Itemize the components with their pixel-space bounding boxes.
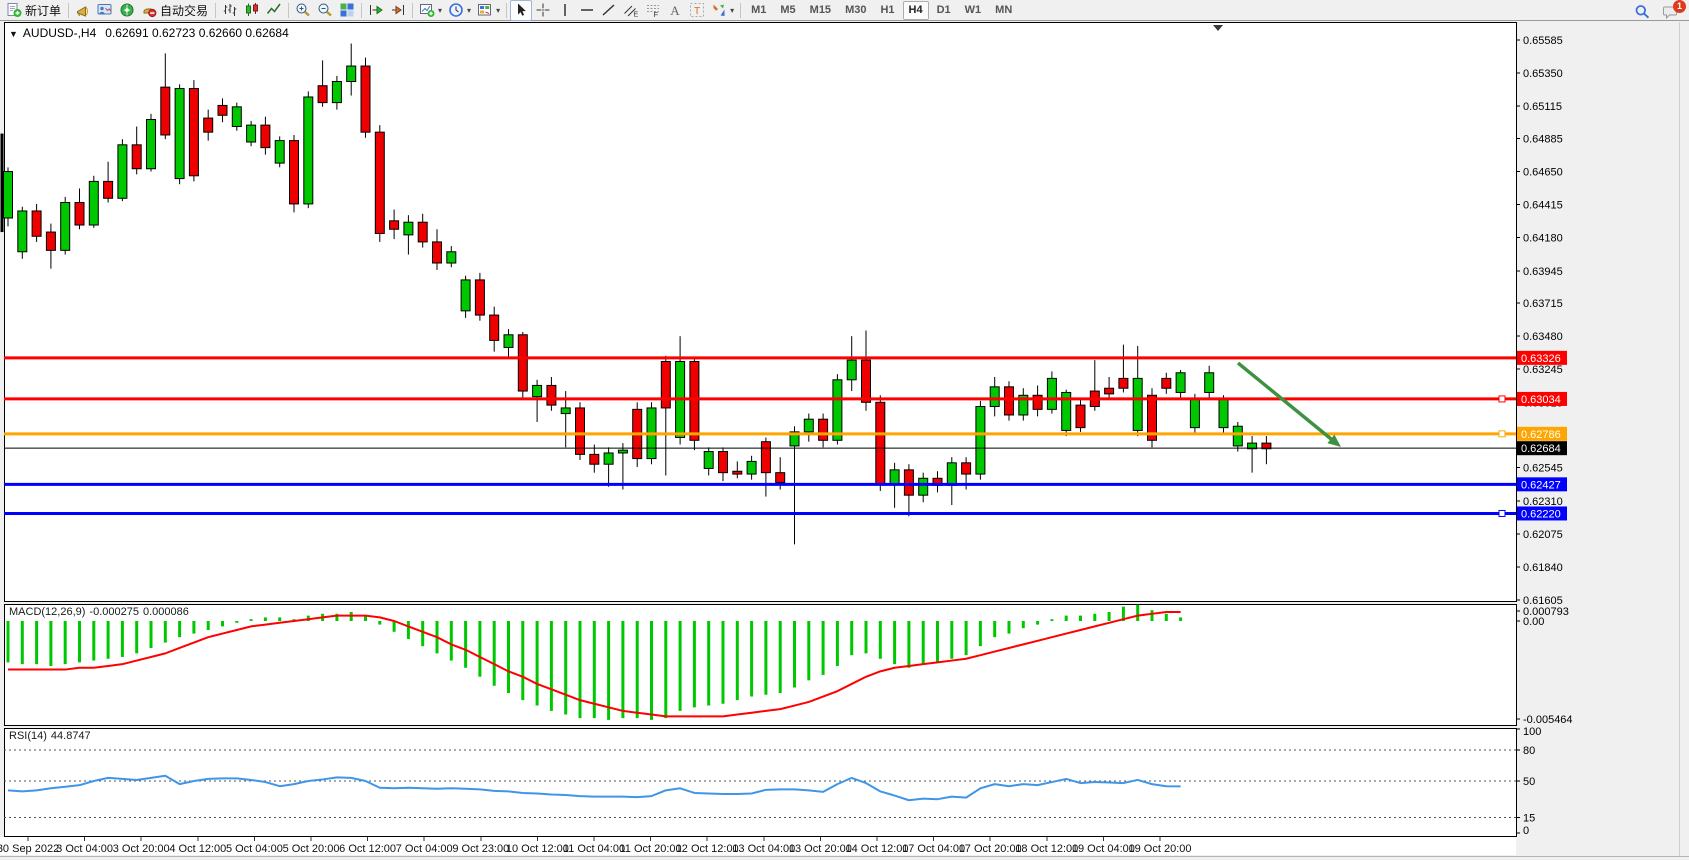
candle: [304, 91, 313, 208]
svg-text:0.62684: 0.62684: [1521, 443, 1561, 455]
price-axis: 0.65585 0.65350 0.65115 0.64885 0.64650 0.644…: [1516, 35, 1563, 607]
date-label: 13 Oct 04:00: [732, 843, 795, 855]
price-tick-label: 0.62310: [1523, 496, 1563, 508]
chart-symbol-period: AUDUSD-,H4: [23, 26, 96, 40]
price-tick-label: 0.65350: [1523, 68, 1563, 80]
chart-ohlc-values: 0.62691 0.62723 0.62660 0.62684: [105, 26, 289, 40]
rsi-tick-label: 0: [1523, 825, 1529, 837]
hline-price-label: 0.63034: [1517, 392, 1567, 406]
price-tick-label: 0.63945: [1523, 266, 1563, 278]
price-tick-label: 0.65115: [1523, 101, 1562, 113]
date-label: 9 Oct 23:00: [452, 843, 509, 855]
rsi-tick-label: 50: [1523, 776, 1535, 788]
hline-handle[interactable]: [1499, 396, 1505, 402]
svg-text:0.63326: 0.63326: [1521, 353, 1561, 365]
rsi-name: RSI(14): [9, 730, 47, 742]
rsi-panel-area[interactable]: [5, 729, 1517, 837]
date-label: 7 Oct 04:00: [396, 843, 453, 855]
date-label: 3 Oct 04:00: [56, 843, 113, 855]
price-tick-label: 0.63480: [1523, 331, 1563, 343]
price-tick-label: 0.61840: [1523, 562, 1563, 574]
hline-handle[interactable]: [1499, 510, 1505, 516]
date-label: 19 Oct 20:00: [1129, 843, 1192, 855]
candle: [247, 121, 256, 146]
terminal-window: 新订单自动交易▾▾▾EFAT▾M1M5M15M30H1H4D1W1MN1 0.6…: [0, 0, 1689, 860]
macd-main-value: -0.000275: [89, 606, 139, 618]
macd-signal-value: 0.000086: [143, 606, 189, 618]
price-tick-label: 0.65585: [1523, 35, 1563, 47]
candle: [275, 136, 284, 167]
date-label: 30 Sep 2022: [0, 843, 59, 855]
candle: [576, 402, 585, 460]
rsi-value: 44.8747: [51, 730, 91, 742]
chart-canvas[interactable]: 0.65585 0.65350 0.65115 0.64885 0.64650 0.644…: [0, 0, 1689, 860]
candle: [1005, 381, 1014, 420]
price-tick-label: 0.64650: [1523, 167, 1563, 179]
hline-price-label: 0.62220: [1517, 506, 1567, 520]
rsi-tick-label: 80: [1523, 745, 1535, 757]
date-label: 11 Oct 20:00: [620, 843, 682, 855]
macd-tick-label: 0.00: [1523, 616, 1544, 628]
date-label: 4 Oct 12:00: [169, 843, 226, 855]
price-tick-label: 0.64180: [1523, 233, 1563, 245]
svg-text:0.63034: 0.63034: [1521, 394, 1561, 406]
candle: [475, 273, 484, 321]
price-tick-label: 0.62075: [1523, 529, 1563, 541]
date-label: 17 Oct 20:00: [959, 843, 1022, 855]
candle: [118, 139, 127, 201]
date-label: 5 Oct 04:00: [226, 843, 283, 855]
candle: [175, 84, 184, 184]
date-label: 18 Oct 12:00: [1015, 843, 1078, 855]
candle: [1219, 395, 1228, 433]
candle: [876, 395, 885, 491]
candle: [147, 114, 156, 172]
macd-name: MACD(12,26,9): [9, 606, 85, 618]
date-label: 11 Oct 04:00: [563, 843, 625, 855]
candle: [361, 58, 370, 138]
chart-title: ▼ AUDUSD-,H4 0.62691 0.62723 0.62660 0.626…: [9, 26, 289, 40]
candle: [518, 332, 527, 400]
macd-label: MACD(12,26,9) -0.000275 0.000086: [9, 606, 193, 618]
candle: [18, 207, 27, 259]
hline-price-label: 0.62427: [1517, 477, 1567, 491]
date-label: 10 Oct 12:00: [506, 843, 569, 855]
price-tick-label: 0.62545: [1523, 463, 1563, 475]
chart-menu-icon[interactable]: ▼: [9, 29, 18, 39]
candle: [4, 167, 13, 226]
date-label: 5 Oct 20:00: [283, 843, 340, 855]
svg-text:0.62427: 0.62427: [1521, 479, 1561, 491]
date-label: 17 Oct 04:00: [902, 843, 965, 855]
price-tick-label: 0.63715: [1523, 298, 1563, 310]
candle: [89, 176, 98, 228]
rsi-label: RSI(14) 44.8747: [9, 730, 95, 742]
candle: [976, 401, 985, 480]
candle: [61, 197, 70, 255]
candle: [375, 125, 384, 242]
candle: [1062, 390, 1071, 436]
price-tick-label: 0.63245: [1523, 364, 1563, 376]
macd-panel-area[interactable]: [5, 605, 1517, 726]
price-tick-label: 0.64415: [1523, 200, 1563, 212]
hline-handle[interactable]: [1499, 431, 1505, 437]
date-label: 3 Oct 20:00: [113, 843, 170, 855]
rsi-tick-label: 100: [1523, 726, 1541, 738]
date-label: 14 Oct 12:00: [846, 843, 909, 855]
hline-price-label: 0.62684: [1517, 441, 1567, 455]
price-tick-label: 0.64885: [1523, 133, 1563, 145]
svg-text:0.62786: 0.62786: [1521, 429, 1561, 441]
rsi-tick-label: 15: [1523, 812, 1535, 824]
hline-price-label: 0.62786: [1517, 427, 1567, 441]
candle: [690, 357, 699, 450]
date-label: 19 Oct 04:00: [1072, 843, 1135, 855]
candle: [290, 135, 299, 212]
candle: [232, 103, 241, 131]
date-label: 12 Oct 12:00: [676, 843, 739, 855]
date-label: 13 Oct 20:00: [789, 843, 852, 855]
date-label: 6 Oct 12:00: [339, 843, 396, 855]
macd-tick-label: -0.005464: [1523, 714, 1573, 726]
candle: [189, 80, 198, 181]
svg-text:0.62220: 0.62220: [1521, 508, 1561, 520]
candle: [1148, 388, 1157, 447]
hline-price-label: 0.63326: [1517, 351, 1567, 365]
